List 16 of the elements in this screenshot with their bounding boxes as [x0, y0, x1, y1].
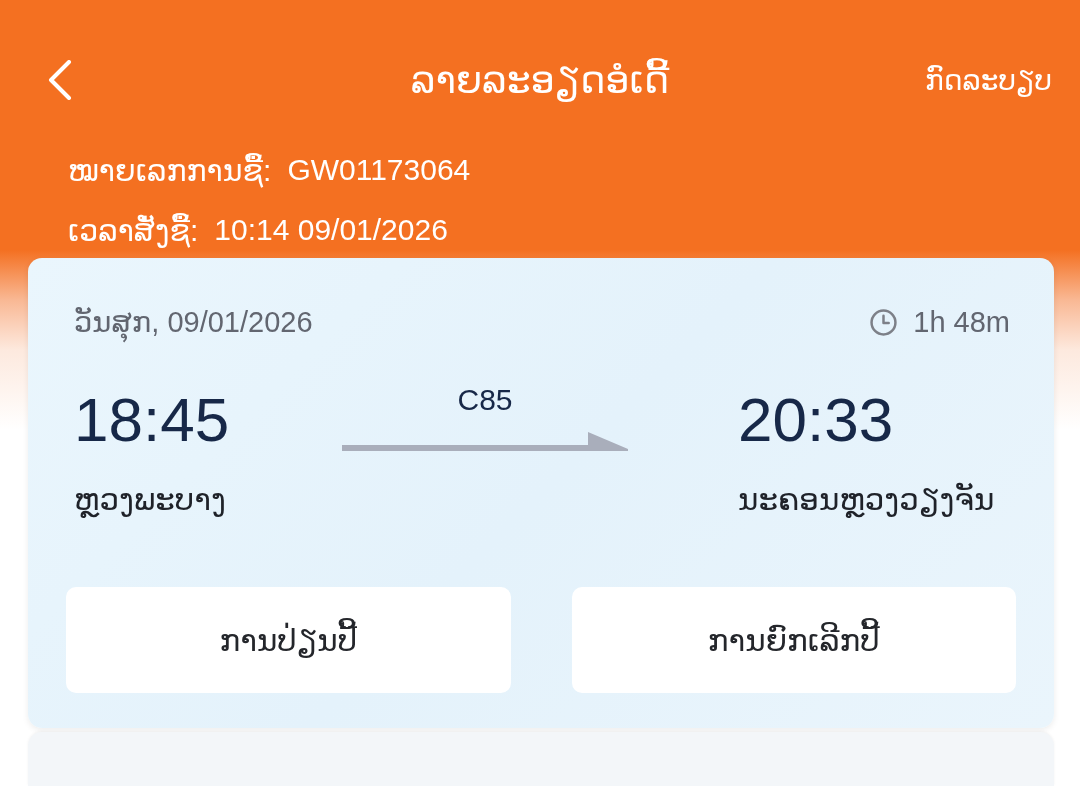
clock-icon: [870, 308, 898, 336]
ticket-action-button[interactable]: ການປ່ຽນປີ້: [66, 587, 511, 693]
arrival-time: 20:33: [738, 384, 894, 456]
back-icon: [48, 60, 72, 100]
info-label: ເວລາສັ່ງຊື້:: [68, 212, 199, 248]
arrow-icon: [342, 432, 628, 452]
page-title: ລາຍລະອຽດອໍເດີ້: [410, 58, 670, 102]
arrival-station: ນະຄອນຫຼວງວຽງຈັນ: [738, 481, 995, 520]
info-label: ໝາຍເລກການຊື້:: [68, 152, 272, 188]
trip-duration: 1h 48m: [913, 305, 1010, 339]
departure-time: 18:45: [74, 384, 230, 456]
train-number: C85: [457, 382, 513, 418]
info-value: 10:14 09/01/2026: [214, 213, 448, 247]
info-value: GW01173064: [287, 153, 471, 187]
departure-station: ຫຼວງພະບາງ: [74, 481, 226, 520]
ticket-action-button[interactable]: ການຍົກເລີກປີ້: [571, 587, 1016, 693]
